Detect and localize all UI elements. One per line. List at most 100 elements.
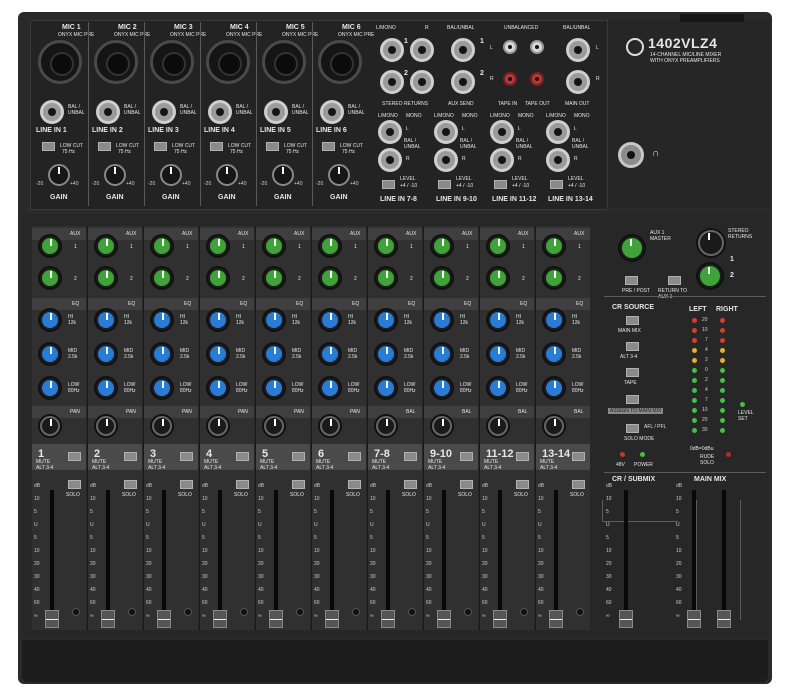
mute-button[interactable]: [572, 452, 585, 461]
line-in-jack[interactable]: [152, 100, 176, 124]
mute-button[interactable]: [404, 452, 417, 461]
line-in-jack[interactable]: [96, 100, 120, 124]
level-button[interactable]: [438, 180, 451, 189]
eq-mid-knob[interactable]: [264, 344, 284, 364]
pan-knob[interactable]: [376, 416, 396, 436]
mute-button[interactable]: [460, 452, 473, 461]
line-in-jack[interactable]: [40, 100, 64, 124]
line-in-jack[interactable]: [320, 100, 344, 124]
aux1-knob[interactable]: [152, 236, 172, 256]
aux1-master-knob[interactable]: [620, 236, 644, 260]
stereo-return-1-left-jack[interactable]: [380, 38, 404, 62]
headphones-jack[interactable]: [618, 142, 644, 168]
stereo-return-2-right-jack[interactable]: [410, 70, 434, 94]
eq-hi-knob[interactable]: [320, 310, 340, 330]
eq-low-knob[interactable]: [152, 378, 172, 398]
stereo-line-left-jack[interactable]: [546, 120, 570, 144]
main-mix-left-fader[interactable]: [687, 610, 701, 628]
eq-hi-knob[interactable]: [152, 310, 172, 330]
stereo-line-right-jack[interactable]: [490, 148, 514, 172]
pan-knob[interactable]: [152, 416, 172, 436]
aux2-knob[interactable]: [376, 268, 396, 288]
pan-knob[interactable]: [432, 416, 452, 436]
mute-button[interactable]: [180, 452, 193, 461]
tape-in-right-rca[interactable]: [503, 72, 517, 86]
eq-low-knob[interactable]: [432, 378, 452, 398]
pan-knob[interactable]: [208, 416, 228, 436]
gain-knob[interactable]: [272, 164, 294, 186]
aux2-knob[interactable]: [432, 268, 452, 288]
stereo-line-right-jack[interactable]: [434, 148, 458, 172]
eq-hi-knob[interactable]: [544, 310, 564, 330]
xlr-input[interactable]: [206, 40, 250, 84]
aux1-knob[interactable]: [264, 236, 284, 256]
mute-button[interactable]: [292, 452, 305, 461]
mute-button[interactable]: [236, 452, 249, 461]
stereo-line-left-jack[interactable]: [378, 120, 402, 144]
eq-low-knob[interactable]: [376, 378, 396, 398]
stereo-line-right-jack[interactable]: [378, 148, 402, 172]
stereo-return-1-right-jack[interactable]: [410, 38, 434, 62]
stereo-line-right-jack[interactable]: [546, 148, 570, 172]
eq-low-knob[interactable]: [208, 378, 228, 398]
gain-knob[interactable]: [48, 164, 70, 186]
low-cut-button[interactable]: [42, 142, 55, 151]
aux2-knob[interactable]: [208, 268, 228, 288]
cr-main-mix-button[interactable]: [626, 316, 639, 325]
eq-low-knob[interactable]: [264, 378, 284, 398]
aux2-knob[interactable]: [488, 268, 508, 288]
stereo-return-2-left-jack[interactable]: [380, 70, 404, 94]
low-cut-button[interactable]: [210, 142, 223, 151]
channel-fader[interactable]: [549, 610, 563, 628]
channel-fader[interactable]: [269, 610, 283, 628]
low-cut-button[interactable]: [322, 142, 335, 151]
channel-fader[interactable]: [45, 610, 59, 628]
tape-in-left-rca[interactable]: [503, 40, 517, 54]
xlr-input[interactable]: [262, 40, 306, 84]
aux1-knob[interactable]: [432, 236, 452, 256]
aux1-knob[interactable]: [488, 236, 508, 256]
level-button[interactable]: [494, 180, 507, 189]
eq-mid-knob[interactable]: [488, 344, 508, 364]
mute-button[interactable]: [124, 452, 137, 461]
pan-knob[interactable]: [264, 416, 284, 436]
mute-button[interactable]: [348, 452, 361, 461]
gain-knob[interactable]: [216, 164, 238, 186]
channel-fader[interactable]: [213, 610, 227, 628]
eq-mid-knob[interactable]: [40, 344, 60, 364]
aux2-knob[interactable]: [96, 268, 116, 288]
solo-button[interactable]: [124, 480, 137, 489]
return-to-aux1-button[interactable]: [668, 276, 681, 285]
solo-button[interactable]: [404, 480, 417, 489]
stereo-return-1-knob[interactable]: [698, 230, 724, 256]
eq-hi-knob[interactable]: [376, 310, 396, 330]
aux1-knob[interactable]: [40, 236, 60, 256]
main-out-left-jack[interactable]: [566, 38, 590, 62]
aux-send-1-jack[interactable]: [451, 38, 475, 62]
mute-button[interactable]: [516, 452, 529, 461]
aux1-knob[interactable]: [320, 236, 340, 256]
aux1-knob[interactable]: [96, 236, 116, 256]
channel-fader[interactable]: [437, 610, 451, 628]
solo-button[interactable]: [348, 480, 361, 489]
solo-button[interactable]: [292, 480, 305, 489]
cr-tape-button[interactable]: [626, 368, 639, 377]
eq-hi-knob[interactable]: [432, 310, 452, 330]
solo-button[interactable]: [68, 480, 81, 489]
eq-low-knob[interactable]: [320, 378, 340, 398]
aux2-knob[interactable]: [40, 268, 60, 288]
eq-mid-knob[interactable]: [544, 344, 564, 364]
aux-send-2-jack[interactable]: [451, 70, 475, 94]
pan-knob[interactable]: [96, 416, 116, 436]
eq-mid-knob[interactable]: [376, 344, 396, 364]
gain-knob[interactable]: [160, 164, 182, 186]
eq-hi-knob[interactable]: [208, 310, 228, 330]
channel-fader[interactable]: [101, 610, 115, 628]
xlr-input[interactable]: [38, 40, 82, 84]
level-button[interactable]: [382, 180, 395, 189]
gain-knob[interactable]: [104, 164, 126, 186]
solo-button[interactable]: [236, 480, 249, 489]
aux1-pre-post-button[interactable]: [625, 276, 638, 285]
level-button[interactable]: [550, 180, 563, 189]
xlr-input[interactable]: [150, 40, 194, 84]
